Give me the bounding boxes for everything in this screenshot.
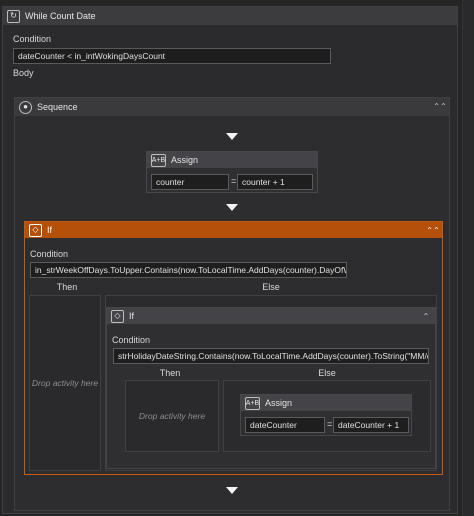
nested-if-activity[interactable]: ◇ If ⌃ Condition strHolidayDateString.Co… (106, 307, 436, 469)
sequence-header[interactable]: ● Sequence ⌃⌃ (15, 98, 449, 116)
assign-icon: A+B (151, 153, 166, 167)
nested-if-else-label: Else (318, 368, 336, 378)
assign-header[interactable]: A+B Assign (147, 152, 317, 168)
if-condition-label: Condition (30, 249, 69, 259)
while-title: While Count Date (25, 11, 96, 21)
assign-to-field-2[interactable]: dateCounter (245, 417, 325, 433)
assign-activity[interactable]: A+B Assign counter = counter + 1 (146, 151, 318, 193)
nested-if-then-label: Then (159, 368, 181, 378)
nested-if-title: If (129, 311, 135, 321)
flow-arrow-icon (226, 133, 238, 140)
assign-title: Assign (171, 155, 199, 165)
then-drop-zone[interactable]: Drop activity here (29, 295, 101, 471)
assign-to-field[interactable]: counter (151, 174, 229, 190)
while-loop-icon: ↻ (7, 9, 20, 23)
flow-arrow-icon (226, 204, 238, 211)
while-body-label: Body (13, 68, 34, 78)
nested-if-condition-label: Condition (112, 335, 151, 345)
if-branch-icon: ◇ (111, 309, 124, 323)
while-condition-field[interactable]: dateCounter < in_intWokingDaysCount (13, 48, 331, 64)
assign-value-field-2[interactable]: dateCounter + 1 (333, 417, 409, 433)
assign-equals-2: = (327, 419, 333, 429)
vertical-scrollbar[interactable] (462, 0, 474, 516)
if-else-label: Else (262, 282, 280, 292)
flow-arrow-icon (226, 487, 238, 494)
sequence-title: Sequence (37, 102, 78, 112)
collapse-if-icon[interactable]: ⌃⌃ (426, 225, 439, 235)
collapse-nested-if-icon[interactable]: ⌃ (421, 311, 431, 321)
assign-value-field[interactable]: counter + 1 (237, 174, 313, 190)
assign-activity-2[interactable]: A+B Assign dateCounter = dateCounter + 1 (240, 394, 412, 436)
assign-title-2: Assign (265, 398, 293, 408)
while-condition-label: Condition (13, 34, 52, 44)
nested-if-condition-field[interactable]: strHolidayDateString.Contains(now.ToLoca… (113, 348, 429, 364)
nested-then-drop-zone[interactable]: Drop activity here (125, 380, 219, 452)
if-then-label: Then (56, 282, 78, 292)
if-header[interactable]: ◇ If ⌃⌃ (25, 222, 442, 238)
assign-header-2[interactable]: A+B Assign (241, 395, 411, 411)
collapse-sequence-icon[interactable]: ⌃⌃ (433, 101, 446, 111)
nested-if-header[interactable]: ◇ If ⌃ (107, 308, 435, 324)
if-branch-icon: ◇ (29, 223, 42, 237)
if-condition-field[interactable]: in_strWeekOffDays.ToUpper.Contains(now.T… (30, 262, 347, 278)
assign-equals: = (231, 176, 237, 186)
while-header[interactable]: ↻ While Count Date (3, 7, 457, 25)
assign-icon: A+B (245, 396, 260, 410)
if-title: If (47, 225, 53, 235)
sequence-icon: ● (19, 100, 32, 114)
